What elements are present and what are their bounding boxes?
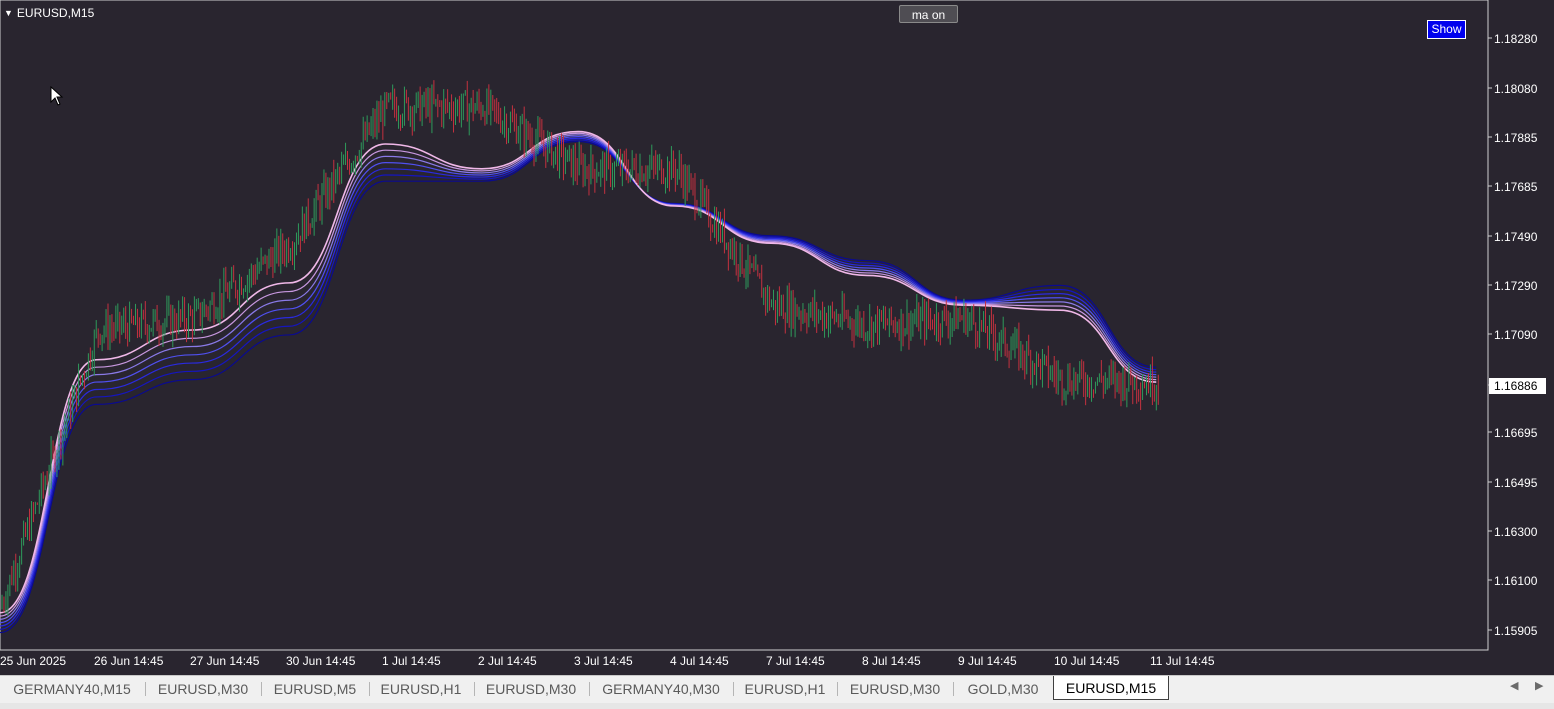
tab-eurusd-m30[interactable]: EURUSD,M30 <box>150 678 256 700</box>
time-label: 1 Jul 14:45 <box>382 654 441 668</box>
price-label: 1.16495 <box>1494 476 1538 490</box>
tab-eurusd-m30-2[interactable]: EURUSD,M30 <box>478 678 584 700</box>
price-label: 1.15905 <box>1494 624 1538 638</box>
ma-ribbon <box>0 130 1157 634</box>
time-label: 30 Jun 14:45 <box>286 654 356 668</box>
tab-scroll-right-icon[interactable]: ▶ <box>1535 679 1543 692</box>
ma-toggle-button[interactable]: ma on <box>899 5 958 23</box>
tab-divider <box>589 682 590 696</box>
time-label: 7 Jul 14:45 <box>766 654 825 668</box>
price-label: 1.18280 <box>1494 32 1538 46</box>
tab-divider <box>733 682 734 696</box>
ma-line <box>0 135 1157 624</box>
tab-eurusd-m15-active[interactable]: EURUSD,M15 <box>1053 676 1169 700</box>
time-label: 2 Jul 14:45 <box>478 654 537 668</box>
tab-gold-m30[interactable]: GOLD,M30 <box>958 678 1048 700</box>
price-label: 1.17090 <box>1494 328 1538 342</box>
time-label: 9 Jul 14:45 <box>958 654 1017 668</box>
horizontal-scrollbar[interactable] <box>0 703 1554 709</box>
tab-germany40-m15[interactable]: GERMANY40,M15 <box>6 678 138 700</box>
price-label: 1.17685 <box>1494 180 1538 194</box>
ma-line <box>0 130 1157 614</box>
time-label: 26 Jun 14:45 <box>94 654 164 668</box>
symbol-label[interactable]: ▼ EURUSD,M15 <box>4 6 94 20</box>
tab-germany40-m30[interactable]: GERMANY40,M30 <box>594 678 728 700</box>
tab-divider <box>145 682 146 696</box>
price-label: 1.17290 <box>1494 279 1538 293</box>
axis-ticks <box>1488 37 1492 631</box>
current-price-marker: 1.16886 <box>1489 378 1546 394</box>
chart-window[interactable]: ▼ EURUSD,M15 ma on Show 1.18280 1.18080 … <box>0 0 1554 675</box>
tab-scroll-left-icon[interactable]: ◀ <box>1510 679 1518 692</box>
tab-divider <box>369 682 370 696</box>
dropdown-triangle-icon[interactable]: ▼ <box>4 8 13 18</box>
price-label: 1.16300 <box>1494 525 1538 539</box>
tab-divider <box>261 682 262 696</box>
time-label: 11 Jul 14:45 <box>1150 654 1215 668</box>
ma-line <box>0 134 1157 620</box>
time-label: 3 Jul 14:45 <box>574 654 633 668</box>
tab-eurusd-m30-3[interactable]: EURUSD,M30 <box>842 678 948 700</box>
tab-eurusd-h1-2[interactable]: EURUSD,H1 <box>738 678 832 700</box>
ma-line <box>0 132 1157 617</box>
mouse-cursor-icon <box>50 86 64 106</box>
price-label: 1.17885 <box>1494 131 1538 145</box>
ma-line <box>0 137 1157 627</box>
chart-tab-bar: GERMANY40,M15 EURUSD,M30 EURUSD,M5 EURUS… <box>0 675 1554 709</box>
time-label: 25 Jun 2025 <box>0 654 67 668</box>
tab-eurusd-m5[interactable]: EURUSD,M5 <box>266 678 364 700</box>
price-label: 1.17490 <box>1494 230 1538 244</box>
ma-line <box>0 140 1157 634</box>
tab-eurusd-h1[interactable]: EURUSD,H1 <box>374 678 468 700</box>
time-label: 27 Jun 14:45 <box>190 654 260 668</box>
time-label: 8 Jul 14:45 <box>862 654 921 668</box>
price-label: 1.18080 <box>1494 82 1538 96</box>
time-label: 4 Jul 14:45 <box>670 654 729 668</box>
show-button[interactable]: Show <box>1427 20 1466 39</box>
plot-frame <box>0 0 1489 651</box>
price-label: 1.16100 <box>1494 574 1538 588</box>
tab-divider <box>953 682 954 696</box>
tab-divider <box>837 682 838 696</box>
time-label: 10 Jul 14:45 <box>1054 654 1120 668</box>
price-chart[interactable] <box>0 0 1554 675</box>
symbol-text: EURUSD,M15 <box>16 6 95 20</box>
ma-line <box>0 139 1157 630</box>
price-label: 1.16695 <box>1494 426 1538 440</box>
tab-divider <box>474 682 475 696</box>
